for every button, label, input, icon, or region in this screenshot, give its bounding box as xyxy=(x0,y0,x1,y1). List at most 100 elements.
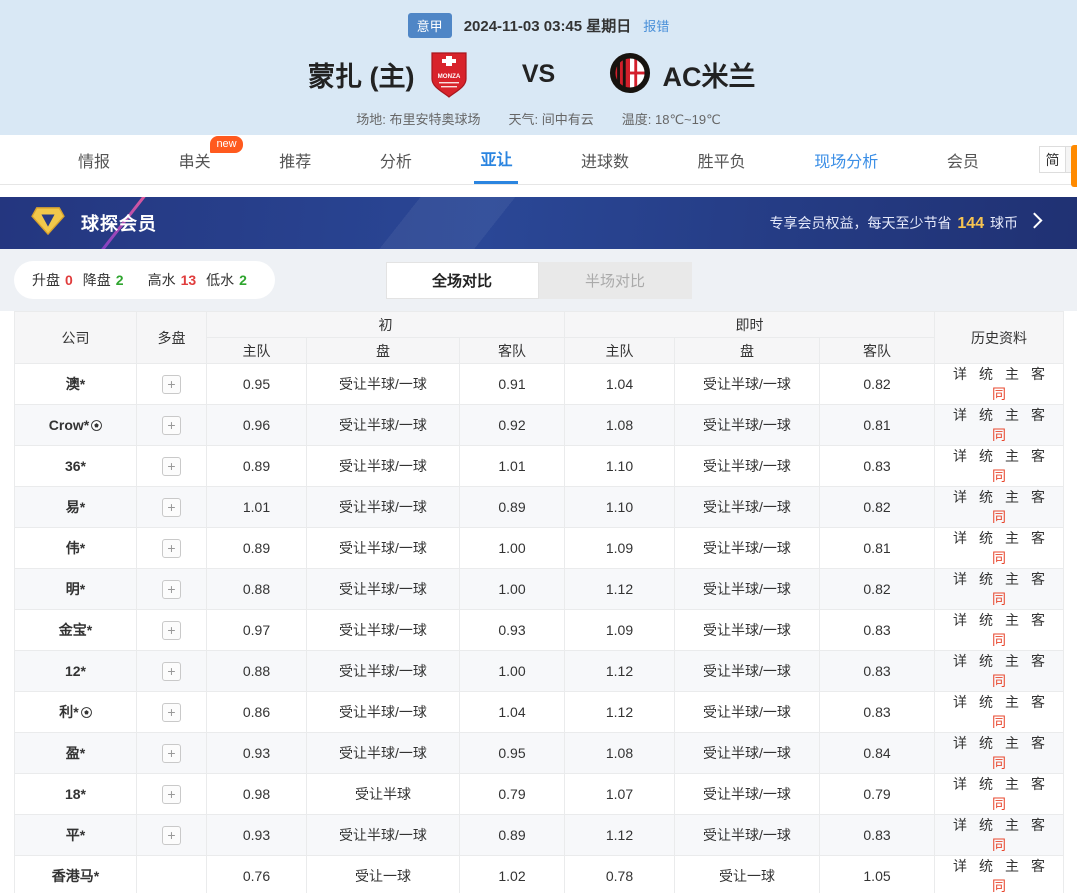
history-link-1[interactable]: 详 xyxy=(953,653,967,669)
history-link-3[interactable]: 主 xyxy=(1005,776,1019,792)
history-link-1[interactable]: 详 xyxy=(953,776,967,792)
expand-plus-icon[interactable]: + xyxy=(162,539,181,558)
history-link-3[interactable]: 主 xyxy=(1005,735,1019,751)
expand-plus-icon[interactable]: + xyxy=(162,703,181,722)
history-link-5[interactable]: 同 xyxy=(992,386,1006,402)
history-link-2[interactable]: 统 xyxy=(979,817,993,833)
history-link-3[interactable]: 主 xyxy=(1005,366,1019,382)
nav-tab-6[interactable]: 进球数 xyxy=(575,135,635,184)
history-link-4[interactable]: 客 xyxy=(1031,571,1045,587)
history-link-1[interactable]: 详 xyxy=(953,448,967,464)
history-link-4[interactable]: 客 xyxy=(1031,653,1045,669)
history-link-5[interactable]: 同 xyxy=(992,837,1006,853)
expand-plus-icon[interactable]: + xyxy=(162,785,181,804)
history-link-5[interactable]: 同 xyxy=(992,878,1006,893)
half-match-tab[interactable]: 半场对比 xyxy=(539,262,692,299)
history-link-1[interactable]: 详 xyxy=(953,612,967,628)
report-error-link[interactable]: 报错 xyxy=(643,16,669,35)
history-link-2[interactable]: 统 xyxy=(979,448,993,464)
history-link-1[interactable]: 详 xyxy=(953,571,967,587)
history-link-1[interactable]: 详 xyxy=(953,489,967,505)
nav-tab-8[interactable]: 现场分析 xyxy=(808,135,884,184)
history-link-5[interactable]: 同 xyxy=(992,673,1006,689)
history-link-4[interactable]: 客 xyxy=(1031,612,1045,628)
history-link-2[interactable]: 统 xyxy=(979,489,993,505)
full-match-tab[interactable]: 全场对比 xyxy=(386,262,539,299)
history-link-2[interactable]: 统 xyxy=(979,694,993,710)
history-link-4[interactable]: 客 xyxy=(1031,817,1045,833)
odds-row: 金宝*+0.97受让半球/一球0.931.09受让半球/一球0.83详统主客同 xyxy=(15,610,1064,651)
chevron-right-icon xyxy=(1032,211,1043,235)
history-link-2[interactable]: 统 xyxy=(979,407,993,423)
history-link-3[interactable]: 主 xyxy=(1005,571,1019,587)
history-link-2[interactable]: 统 xyxy=(979,612,993,628)
live-handicap-odds: 受让半球/一球 xyxy=(675,774,820,815)
history-link-1[interactable]: 详 xyxy=(953,735,967,751)
expand-plus-icon[interactable]: + xyxy=(162,621,181,640)
vip-banner[interactable]: 球探会员 专享会员权益，每天至少节省 144 球币 xyxy=(0,197,1077,249)
history-link-1[interactable]: 详 xyxy=(953,407,967,423)
lang-simplified-button[interactable]: 简 xyxy=(1039,146,1066,173)
history-link-4[interactable]: 客 xyxy=(1031,776,1045,792)
history-link-4[interactable]: 客 xyxy=(1031,407,1045,423)
expand-plus-icon[interactable]: + xyxy=(162,498,181,517)
expand-plus-icon[interactable]: + xyxy=(162,457,181,476)
history-link-4[interactable]: 客 xyxy=(1031,735,1045,751)
expand-plus-icon[interactable]: + xyxy=(162,826,181,845)
history-link-3[interactable]: 主 xyxy=(1005,858,1019,874)
nav-tab-5[interactable]: 亚让 xyxy=(474,135,518,184)
history-link-1[interactable]: 详 xyxy=(953,817,967,833)
nav-tab-7[interactable]: 胜平负 xyxy=(692,135,752,184)
history-link-4[interactable]: 客 xyxy=(1031,530,1045,546)
history-link-3[interactable]: 主 xyxy=(1005,448,1019,464)
history-link-4[interactable]: 客 xyxy=(1031,489,1045,505)
nav-tab-9[interactable]: 会员 xyxy=(941,135,985,184)
history-link-4[interactable]: 客 xyxy=(1031,858,1045,874)
history-link-4[interactable]: 客 xyxy=(1031,694,1045,710)
history-link-5[interactable]: 同 xyxy=(992,550,1006,566)
history-link-5[interactable]: 同 xyxy=(992,632,1006,648)
history-link-3[interactable]: 主 xyxy=(1005,817,1019,833)
history-link-5[interactable]: 同 xyxy=(992,755,1006,771)
history-link-5[interactable]: 同 xyxy=(992,591,1006,607)
history-link-3[interactable]: 主 xyxy=(1005,407,1019,423)
history-link-2[interactable]: 统 xyxy=(979,653,993,669)
history-link-5[interactable]: 同 xyxy=(992,796,1006,812)
history-link-3[interactable]: 主 xyxy=(1005,694,1019,710)
expand-plus-icon[interactable]: + xyxy=(162,662,181,681)
nav-tab-2[interactable]: 串关new xyxy=(173,135,217,184)
history-link-3[interactable]: 主 xyxy=(1005,653,1019,669)
league-badge[interactable]: 意甲 xyxy=(408,13,452,38)
multi-odds-cell: + xyxy=(137,569,207,610)
history-link-5[interactable]: 同 xyxy=(992,427,1006,443)
history-link-1[interactable]: 详 xyxy=(953,530,967,546)
nav-tab-3[interactable]: 推荐 xyxy=(273,135,317,184)
history-link-2[interactable]: 统 xyxy=(979,776,993,792)
history-link-1[interactable]: 详 xyxy=(953,858,967,874)
expand-plus-icon[interactable]: + xyxy=(162,744,181,763)
history-link-4[interactable]: 客 xyxy=(1031,448,1045,464)
history-link-1[interactable]: 详 xyxy=(953,366,967,382)
history-link-5[interactable]: 同 xyxy=(992,714,1006,730)
history-link-5[interactable]: 同 xyxy=(992,468,1006,484)
history-link-5[interactable]: 同 xyxy=(992,509,1006,525)
nav-tab-4[interactable]: 分析 xyxy=(374,135,418,184)
expand-plus-icon[interactable]: + xyxy=(162,580,181,599)
history-link-2[interactable]: 统 xyxy=(979,366,993,382)
expand-plus-icon[interactable]: + xyxy=(162,416,181,435)
history-link-3[interactable]: 主 xyxy=(1005,612,1019,628)
history-link-4[interactable]: 客 xyxy=(1031,366,1045,382)
init-home-odds: 0.89 xyxy=(207,446,307,487)
history-link-1[interactable]: 详 xyxy=(953,694,967,710)
history-link-3[interactable]: 主 xyxy=(1005,530,1019,546)
history-link-2[interactable]: 统 xyxy=(979,530,993,546)
floating-panel-edge[interactable] xyxy=(1071,145,1077,187)
history-link-2[interactable]: 统 xyxy=(979,858,993,874)
init-away-odds: 0.89 xyxy=(460,815,565,856)
history-link-3[interactable]: 主 xyxy=(1005,489,1019,505)
nav-tab-1[interactable]: 情报 xyxy=(72,135,116,184)
expand-plus-icon[interactable]: + xyxy=(162,375,181,394)
history-link-2[interactable]: 统 xyxy=(979,571,993,587)
svg-text:MONZA: MONZA xyxy=(437,73,460,80)
history-link-2[interactable]: 统 xyxy=(979,735,993,751)
